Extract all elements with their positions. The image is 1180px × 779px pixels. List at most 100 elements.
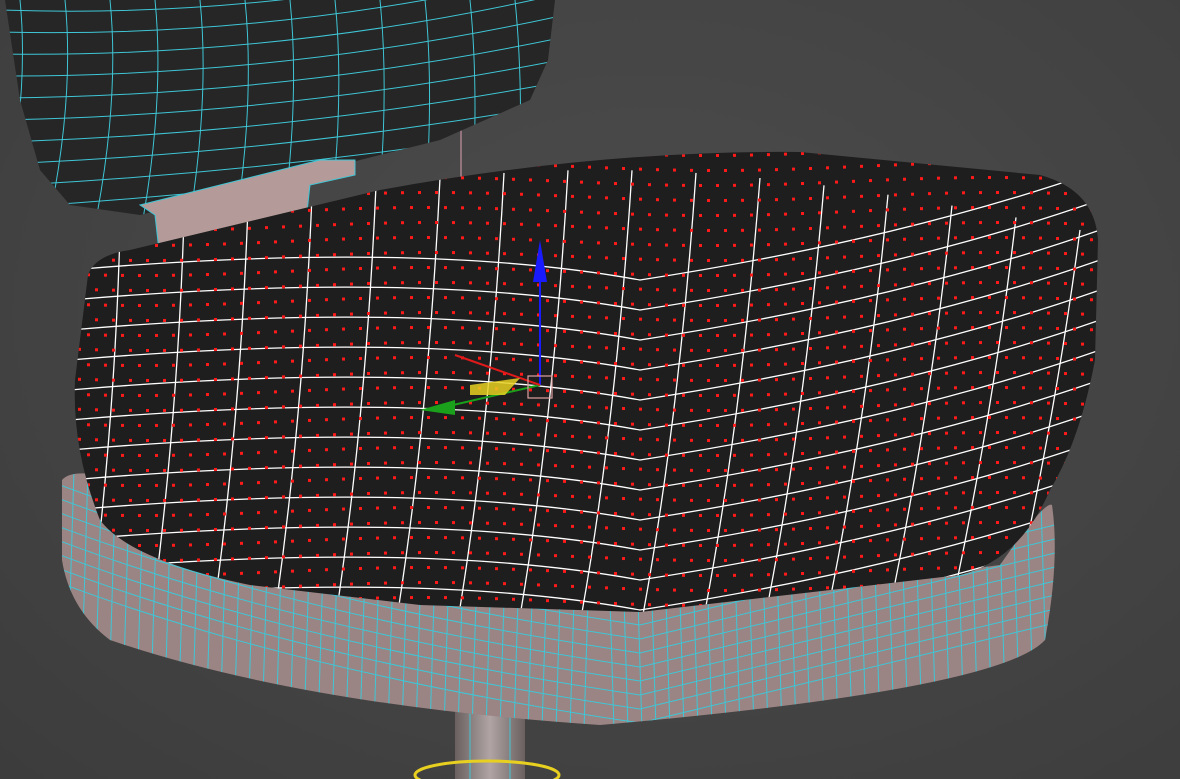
vertex-point — [920, 267, 923, 271]
vertex-point — [656, 288, 659, 292]
vertex-point — [1047, 251, 1050, 255]
vertex-point — [393, 596, 396, 600]
vertex-point — [376, 596, 379, 600]
vertex-point — [418, 461, 421, 465]
vertex-point — [571, 584, 574, 588]
vertex-point — [928, 402, 931, 406]
vertex-point — [87, 423, 90, 427]
vertex-point — [648, 243, 651, 247]
vertex-point — [529, 538, 532, 542]
vertex-point — [665, 183, 668, 187]
vertex-point — [257, 331, 260, 335]
vertex-point — [835, 360, 838, 364]
vertex-point — [767, 483, 770, 487]
vertex-point — [1098, 373, 1099, 377]
vertex-point — [622, 557, 625, 561]
vertex-point — [367, 312, 370, 316]
vertex-point — [342, 477, 345, 481]
vertex-point — [775, 288, 778, 292]
vertex-point — [682, 453, 685, 457]
vertex-point — [733, 573, 736, 577]
vertex-point — [503, 462, 506, 466]
vertex-point — [197, 348, 200, 352]
vertex-point — [954, 536, 957, 540]
vertex-point — [444, 446, 447, 450]
vertex-point — [954, 266, 957, 270]
vertex-point — [146, 318, 149, 322]
vertex-point — [886, 538, 889, 542]
vertex-point — [877, 284, 880, 288]
vertex-point — [605, 406, 608, 410]
vertex-point — [214, 258, 217, 262]
vertex-point — [690, 468, 693, 472]
vertex-point — [206, 273, 209, 277]
vertex-point — [359, 177, 362, 181]
vertex-point — [588, 255, 591, 259]
vertex-point — [1073, 297, 1076, 301]
vertex-point — [996, 191, 999, 195]
vertex-point — [988, 536, 991, 540]
vertex-point — [767, 183, 770, 187]
vertex-point — [503, 582, 506, 586]
vertex-point — [427, 416, 430, 420]
vertex-point — [265, 376, 268, 380]
vertex-point — [486, 431, 489, 435]
vertex-point — [903, 477, 906, 481]
vertex-point — [393, 536, 396, 540]
vertex-point — [189, 273, 192, 277]
vertex-point — [605, 226, 608, 230]
vertex-point — [750, 483, 753, 487]
vertex-point — [971, 326, 974, 330]
vertex-point — [631, 332, 634, 336]
vertex-point — [308, 508, 311, 512]
vertex-point — [860, 374, 863, 378]
vertex-point — [682, 183, 685, 187]
vertex-point — [325, 568, 328, 572]
vertex-point — [869, 539, 872, 543]
vertex-point — [775, 588, 778, 592]
vertex-point — [478, 236, 481, 240]
vertex-point — [486, 281, 489, 285]
vertex-point — [843, 405, 846, 409]
vertex-point — [716, 243, 719, 247]
vertex-point — [988, 506, 991, 510]
vertex-point — [189, 363, 192, 367]
vertex-point — [937, 476, 940, 480]
vertex-point — [172, 363, 175, 367]
vertex-point — [240, 571, 243, 575]
vertex-point — [792, 377, 795, 381]
vertex-point — [588, 195, 591, 199]
vertex-point — [546, 269, 549, 273]
vertex-point — [996, 461, 999, 465]
vertex-point — [580, 450, 583, 454]
scene[interactable] — [0, 0, 1180, 779]
vertex-point — [435, 521, 438, 525]
vertex-point — [189, 393, 192, 397]
vertex-point — [894, 373, 897, 377]
vertex-point — [1030, 311, 1033, 315]
vertex-point — [350, 582, 353, 586]
vertex-point — [163, 288, 166, 292]
vertex-point — [1090, 208, 1093, 212]
vertex-point — [231, 317, 234, 321]
vertex-point — [894, 223, 897, 227]
vertex-point — [758, 168, 761, 172]
vertex-point — [376, 326, 379, 330]
vertex-point — [673, 498, 676, 502]
vertex-point — [223, 482, 226, 486]
vertex-point — [971, 446, 974, 450]
vertex-point — [214, 438, 217, 442]
vertex-point — [503, 282, 506, 286]
vertex-point — [265, 496, 268, 500]
vertex-point — [172, 423, 175, 427]
vertex-point — [206, 333, 209, 337]
vertex-point — [690, 318, 693, 322]
vertex-point — [78, 227, 81, 231]
vertex-point — [393, 416, 396, 420]
vertex-point — [588, 495, 591, 499]
vertex-point — [299, 524, 302, 528]
vertex-point — [1090, 448, 1093, 452]
vertex-point — [452, 311, 455, 315]
vertex-point — [537, 583, 540, 587]
3d-viewport[interactable] — [0, 0, 1180, 779]
